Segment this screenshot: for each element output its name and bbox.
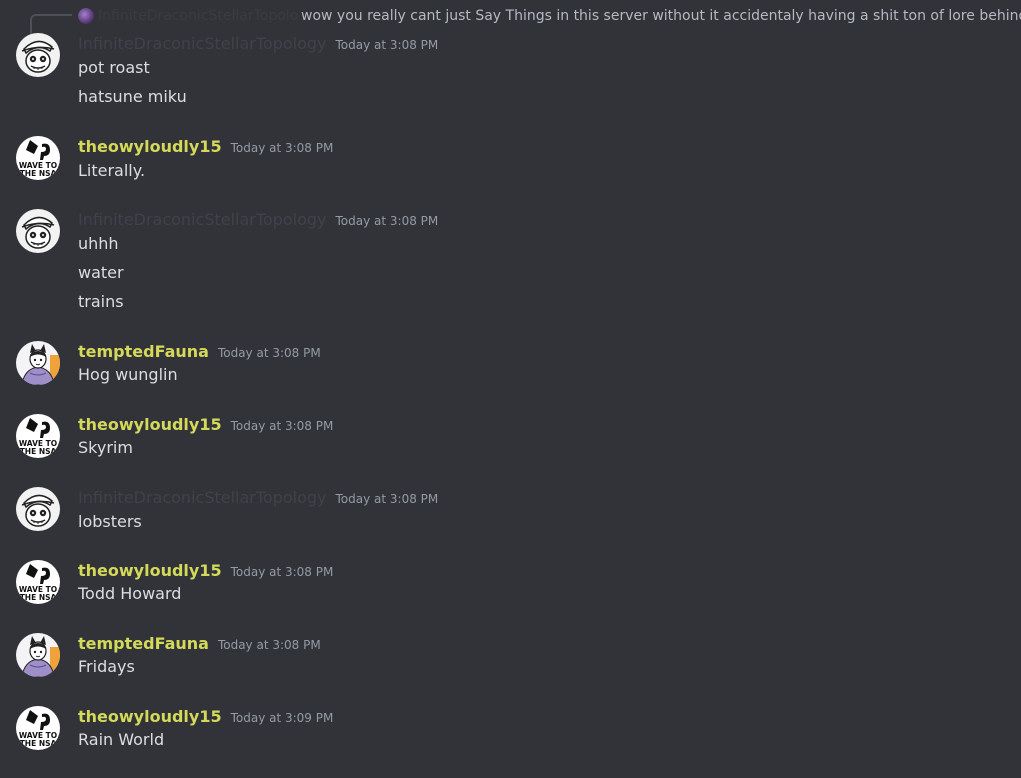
timestamp[interactable]: Today at 3:08 PM — [336, 488, 439, 510]
message-header: theowyloudly15 Today at 3:08 PM — [78, 560, 333, 582]
cat-character-icon — [16, 633, 60, 677]
timestamp[interactable]: Today at 3:08 PM — [231, 137, 334, 159]
username[interactable]: theowyloudly15 — [78, 560, 222, 582]
message-header: theowyloudly15 Today at 3:09 PM — [78, 706, 333, 728]
wave-to-the-nsa-icon: WAVE TO THE NSA — [16, 136, 60, 180]
avatar[interactable] — [16, 633, 60, 677]
message-text: water — [78, 263, 124, 282]
message-header: InfiniteDraconicStellarTopology Today at… — [78, 209, 438, 231]
wave-to-the-nsa-icon: WAVE TO THE NSA — [16, 706, 60, 750]
message-header: temptedFauna Today at 3:08 PM — [78, 633, 321, 655]
username[interactable]: theowyloudly15 — [78, 414, 222, 436]
timestamp[interactable]: Today at 3:08 PM — [218, 342, 321, 364]
username[interactable]: InfiniteDraconicStellarTopology — [78, 33, 327, 55]
avatar[interactable]: WAVE TO THE NSA — [16, 706, 60, 750]
message-text: Rain World — [78, 730, 165, 749]
avatar[interactable] — [16, 487, 60, 531]
timestamp[interactable]: Today at 3:08 PM — [336, 34, 439, 56]
message-text: Fridays — [78, 657, 135, 676]
reply-author[interactable]: InfiniteDraconicStellarTopology — [98, 6, 298, 26]
username[interactable]: temptedFauna — [78, 341, 209, 363]
timestamp[interactable]: Today at 3:08 PM — [336, 210, 439, 232]
message-text: trains — [78, 292, 124, 311]
wave-to-the-nsa-icon: WAVE TO THE NSA — [16, 560, 60, 604]
avatar[interactable] — [16, 341, 60, 385]
avatar[interactable]: WAVE TO THE NSA — [16, 414, 60, 458]
message-header: theowyloudly15 Today at 3:08 PM — [78, 414, 333, 436]
avatar[interactable]: WAVE TO THE NSA — [16, 136, 60, 180]
message-text: lobsters — [78, 512, 142, 531]
avatar[interactable] — [16, 209, 60, 253]
message-text: Todd Howard — [78, 584, 182, 603]
sketch-face-icon — [16, 487, 60, 531]
sketch-face-icon — [16, 33, 60, 77]
wave-to-the-nsa-icon: WAVE TO THE NSA — [16, 414, 60, 458]
username[interactable]: temptedFauna — [78, 633, 209, 655]
message-text: Skyrim — [78, 438, 133, 457]
svg-text:THE NSA: THE NSA — [20, 739, 57, 748]
message-header: temptedFauna Today at 3:08 PM — [78, 341, 321, 363]
reply-text[interactable]: wow you really cant just Say Things in t… — [301, 6, 1021, 26]
username[interactable]: InfiniteDraconicStellarTopology — [78, 209, 327, 231]
message-text: Literally. — [78, 161, 146, 180]
username[interactable]: InfiniteDraconicStellarTopology — [78, 487, 327, 509]
message-text: uhhh — [78, 234, 119, 253]
sketch-face-icon — [16, 209, 60, 253]
message-text: Hog wunglin — [78, 365, 178, 384]
svg-text:THE NSA: THE NSA — [20, 593, 57, 602]
svg-text:THE NSA: THE NSA — [20, 447, 57, 456]
timestamp[interactable]: Today at 3:08 PM — [231, 415, 334, 437]
avatar[interactable]: WAVE TO THE NSA — [16, 560, 60, 604]
timestamp[interactable]: Today at 3:08 PM — [231, 561, 334, 583]
reply-avatar[interactable] — [78, 8, 94, 24]
timestamp[interactable]: Today at 3:08 PM — [218, 634, 321, 656]
svg-text:THE NSA: THE NSA — [20, 169, 57, 178]
avatar[interactable] — [16, 33, 60, 77]
message-text: hatsune miku — [78, 87, 187, 106]
message-text: pot roast — [78, 58, 150, 77]
timestamp[interactable]: Today at 3:09 PM — [231, 707, 334, 729]
cat-character-icon — [16, 341, 60, 385]
message-header: InfiniteDraconicStellarTopology Today at… — [78, 33, 438, 55]
username[interactable]: theowyloudly15 — [78, 706, 222, 728]
message-header: InfiniteDraconicStellarTopology Today at… — [78, 487, 438, 509]
username[interactable]: theowyloudly15 — [78, 136, 222, 158]
message-header: theowyloudly15 Today at 3:08 PM — [78, 136, 333, 158]
